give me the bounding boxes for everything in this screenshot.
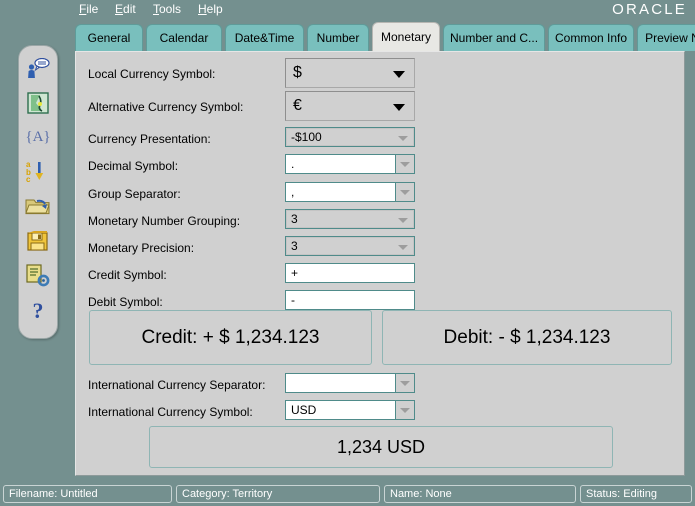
credit-symbol-input[interactable]: + bbox=[285, 263, 415, 283]
chevron-down-icon bbox=[398, 245, 408, 250]
chevron-down-icon bbox=[393, 104, 405, 111]
label-credit-symbol: Credit Symbol: bbox=[88, 268, 167, 282]
status-name: Name: None bbox=[384, 485, 576, 503]
tab-strip: General Calendar Date&Time Number Moneta… bbox=[75, 24, 695, 52]
label-decimal-symbol: Decimal Symbol: bbox=[88, 159, 178, 173]
group-separator-combo[interactable]: , bbox=[285, 182, 415, 202]
tab-general[interactable]: General bbox=[75, 24, 143, 51]
tab-monetary[interactable]: Monetary bbox=[372, 22, 440, 51]
save-disk-icon[interactable] bbox=[22, 226, 54, 256]
label-debit-symbol: Debit Symbol: bbox=[88, 295, 163, 309]
chevron-down-icon bbox=[393, 71, 405, 78]
menu-item-help[interactable]: Help bbox=[198, 2, 223, 17]
group-separator-dropdown-button[interactable] bbox=[395, 182, 415, 202]
monetary-settings-panel: Local Currency Symbol: $ Alternative Cur… bbox=[75, 51, 685, 476]
label-currency-presentation: Currency Presentation: bbox=[88, 132, 211, 146]
decimal-symbol-combo[interactable]: . bbox=[285, 154, 415, 174]
map-region-icon[interactable] bbox=[22, 88, 54, 118]
tab-calendar[interactable]: Calendar bbox=[146, 24, 222, 51]
label-monetary-precision: Monetary Precision: bbox=[88, 241, 194, 255]
status-filename: Filename: Untitled bbox=[3, 485, 172, 503]
status-bar: Filename: Untitled Category: Territory N… bbox=[0, 482, 695, 506]
help-question-icon[interactable]: ? bbox=[22, 296, 54, 326]
menu-item-file[interactable]: File bbox=[79, 2, 98, 17]
local-currency-symbol-value: $ bbox=[293, 63, 302, 83]
credit-preview-box: Credit: + $ 1,234.123 bbox=[89, 310, 372, 365]
oracle-logo: ORACLE bbox=[612, 1, 687, 18]
group-separator-value: , bbox=[291, 185, 294, 200]
international-currency-separator-dropdown-button[interactable] bbox=[395, 373, 415, 393]
chevron-down-icon bbox=[400, 408, 410, 413]
debit-symbol-input[interactable]: - bbox=[285, 290, 415, 310]
monetary-precision-combo[interactable]: 3 bbox=[285, 236, 415, 256]
braces-a-icon[interactable]: {A} bbox=[22, 122, 54, 152]
international-currency-symbol-dropdown-button[interactable] bbox=[395, 400, 415, 420]
label-local-currency-symbol: Local Currency Symbol: bbox=[88, 67, 215, 81]
status-status: Status: Editing bbox=[580, 485, 692, 503]
tab-date-time[interactable]: Date&Time bbox=[225, 24, 304, 51]
label-international-currency-symbol: International Currency Symbol: bbox=[88, 405, 253, 419]
currency-presentation-value: -$100 bbox=[291, 130, 322, 145]
monetary-precision-value: 3 bbox=[291, 239, 298, 254]
alternative-currency-symbol-value: € bbox=[293, 96, 302, 116]
monetary-number-grouping-combo[interactable]: 3 bbox=[285, 209, 415, 229]
sidebar-toolbar: {A} a b c bbox=[18, 45, 58, 339]
label-group-separator: Group Separator: bbox=[88, 187, 181, 201]
chevron-down-icon bbox=[400, 190, 410, 195]
local-currency-symbol-combo[interactable]: $ bbox=[285, 58, 415, 88]
label-alternative-currency-symbol: Alternative Currency Symbol: bbox=[88, 100, 243, 114]
label-monetary-number-grouping: Monetary Number Grouping: bbox=[88, 214, 240, 228]
international-currency-symbol-value: USD bbox=[291, 403, 316, 418]
decimal-symbol-dropdown-button[interactable] bbox=[395, 154, 415, 174]
chevron-down-icon bbox=[400, 381, 410, 386]
international-preview-box: 1,234 USD bbox=[149, 426, 613, 468]
abc-sort-icon[interactable]: a b c bbox=[22, 156, 54, 186]
debit-preview-box: Debit: - $ 1,234.123 bbox=[382, 310, 672, 365]
menu-item-tools[interactable]: Tools bbox=[153, 2, 181, 17]
menu-bar: File Edit Tools Help ORACLE bbox=[0, 0, 695, 19]
currency-presentation-combo[interactable]: -$100 bbox=[285, 127, 415, 147]
chevron-down-icon bbox=[398, 218, 408, 223]
international-currency-symbol-combo[interactable]: USD bbox=[285, 400, 415, 420]
tab-preview-nlt[interactable]: Preview NLT bbox=[637, 24, 695, 51]
user-comment-icon[interactable] bbox=[22, 54, 54, 84]
status-category: Category: Territory bbox=[176, 485, 380, 503]
chevron-down-icon bbox=[400, 162, 410, 167]
chevron-down-icon bbox=[398, 136, 408, 141]
label-international-currency-separator: International Currency Separator: bbox=[88, 378, 265, 392]
tab-number[interactable]: Number bbox=[307, 24, 369, 51]
menu-item-edit[interactable]: Edit bbox=[115, 2, 136, 17]
decimal-symbol-value: . bbox=[291, 157, 294, 172]
alternative-currency-symbol-combo[interactable]: € bbox=[285, 91, 415, 121]
document-settings-icon[interactable] bbox=[22, 261, 54, 291]
svg-text:c: c bbox=[26, 175, 31, 183]
international-currency-separator-combo[interactable] bbox=[285, 373, 415, 393]
credit-symbol-value: + bbox=[291, 266, 298, 281]
tab-common-info[interactable]: Common Info bbox=[548, 24, 634, 51]
monetary-number-grouping-value: 3 bbox=[291, 212, 298, 227]
open-folder-icon[interactable] bbox=[22, 191, 54, 221]
tab-number-and-c[interactable]: Number and C... bbox=[443, 24, 545, 51]
debit-symbol-value: - bbox=[291, 293, 295, 308]
